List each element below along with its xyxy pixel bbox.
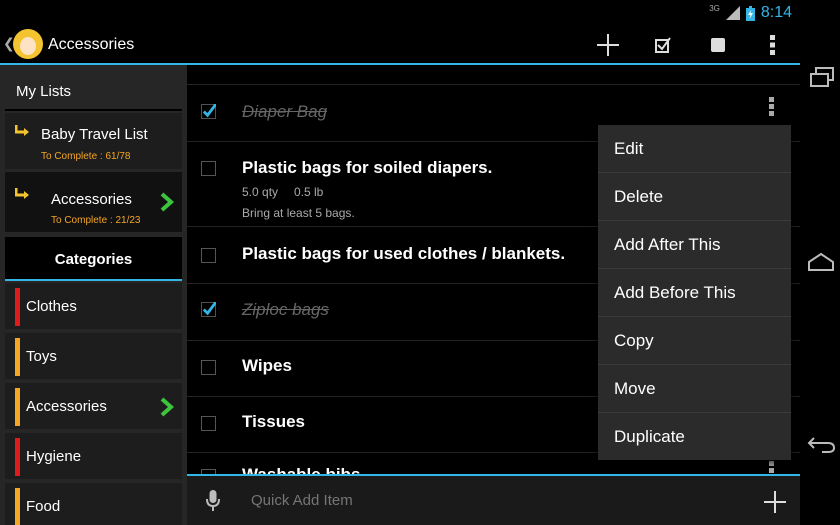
categories-header: Categories	[5, 237, 182, 281]
item-note: Bring at least 5 bags.	[242, 206, 355, 220]
item-title: Plastic bags for soiled diapers.	[242, 158, 493, 177]
subdirectory-arrow-icon	[15, 125, 29, 136]
menu-item-edit[interactable]: Edit	[598, 125, 791, 173]
recent-apps-icon[interactable]	[806, 66, 836, 90]
category-label: Clothes	[26, 298, 77, 315]
checkbox[interactable]	[201, 161, 216, 176]
checkbox-checked-icon[interactable]	[201, 104, 216, 119]
category-color-bar	[15, 338, 20, 376]
quick-add-bar	[187, 476, 800, 525]
plus-icon	[596, 33, 619, 56]
clock: 8:14	[760, 4, 792, 21]
item-title: Diaper Bag	[242, 102, 328, 121]
category-color-bar	[15, 388, 20, 426]
item-weight: 0.5 lb	[294, 185, 324, 199]
chevron-right-icon	[160, 192, 174, 212]
quick-add-input[interactable]	[251, 492, 450, 509]
category-food[interactable]: Food	[5, 483, 182, 525]
menu-item-add-before[interactable]: Add Before This	[598, 269, 791, 317]
chevron-right-icon	[160, 397, 174, 417]
category-toys[interactable]: Toys	[5, 333, 182, 381]
plus-icon[interactable]	[764, 491, 786, 513]
page-title: Accessories	[48, 36, 135, 53]
app-logo-avatar[interactable]	[13, 29, 43, 59]
list-name: Baby Travel List	[41, 126, 148, 143]
microphone-icon[interactable]	[206, 490, 220, 512]
home-icon[interactable]	[806, 250, 836, 274]
checkbox-checked-icon	[654, 36, 671, 53]
item-context-menu: Edit Delete Add After This Add Before Th…	[598, 125, 791, 460]
checkbox[interactable]	[201, 248, 216, 263]
item-title: Tissues	[242, 412, 306, 431]
checkbox[interactable]	[201, 416, 216, 431]
list-progress: To Complete : 21/23	[51, 215, 141, 226]
checkbox-checked-icon[interactable]	[201, 302, 216, 317]
category-accessories[interactable]: Accessories	[5, 383, 182, 431]
item-title: Wipes	[242, 356, 292, 375]
category-label: Toys	[26, 348, 57, 365]
menu-item-delete[interactable]: Delete	[598, 173, 791, 221]
uncheck-all-button[interactable]	[690, 26, 745, 63]
category-label: Food	[26, 498, 61, 515]
my-lists-header: My Lists	[5, 65, 182, 111]
menu-item-move[interactable]: Move	[598, 365, 791, 413]
list-name: Accessories	[51, 191, 132, 208]
status-bar: 3G 8:14	[0, 0, 800, 26]
sidebar-list-baby-travel[interactable]: Baby Travel List To Complete : 61/78	[5, 113, 182, 169]
item-title: Ziploc bags	[242, 300, 329, 319]
action-bar: ❮ Accessories	[0, 26, 800, 63]
sidebar-list-accessories[interactable]: Accessories To Complete : 21/23	[5, 172, 182, 232]
more-vert-icon	[769, 34, 775, 55]
category-color-bar	[15, 488, 20, 525]
category-label: Hygiene	[26, 448, 82, 465]
item-title: Plastic bags for used clothes / blankets…	[242, 244, 566, 263]
item-overflow-icon[interactable]	[769, 461, 775, 475]
category-color-bar	[15, 438, 20, 476]
check-all-button[interactable]	[635, 26, 690, 63]
network-type: 3G	[709, 3, 720, 13]
subdirectory-arrow-icon	[15, 188, 29, 199]
checkbox-empty-icon	[710, 37, 725, 52]
system-nav-bar	[800, 0, 840, 525]
back-icon[interactable]	[806, 432, 836, 456]
sidebar: My Lists Baby Travel List To Complete : …	[0, 65, 187, 525]
list-progress: To Complete : 61/78	[41, 151, 131, 162]
category-color-bar	[15, 288, 20, 326]
battery-icon	[745, 5, 755, 21]
checkbox[interactable]	[201, 360, 216, 375]
category-label: Accessories	[26, 398, 107, 415]
item-overflow-icon[interactable]	[769, 97, 775, 118]
signal-icon	[725, 6, 740, 20]
menu-item-duplicate[interactable]: Duplicate	[598, 413, 791, 461]
add-button[interactable]	[580, 26, 635, 63]
menu-item-add-after[interactable]: Add After This	[598, 221, 791, 269]
category-hygiene[interactable]: Hygiene	[5, 433, 182, 481]
menu-item-copy[interactable]: Copy	[598, 317, 791, 365]
item-qty: 5.0 qty	[242, 185, 279, 199]
category-clothes[interactable]: Clothes	[5, 283, 182, 331]
overflow-menu-button[interactable]	[745, 26, 800, 63]
